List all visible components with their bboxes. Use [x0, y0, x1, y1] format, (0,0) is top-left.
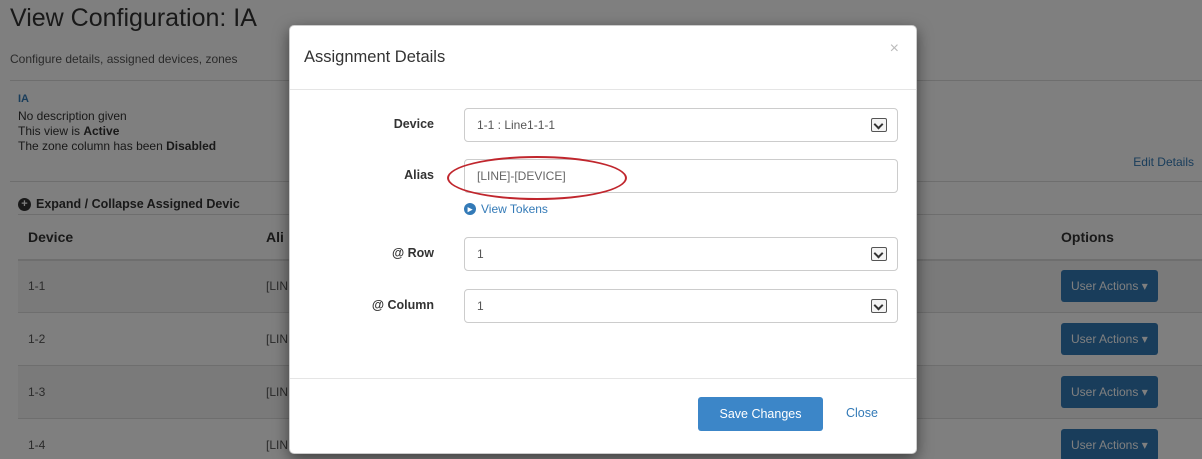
- row-select-value: 1: [477, 247, 484, 261]
- view-tokens-link[interactable]: ▸ View Tokens: [464, 202, 548, 216]
- device-label: Device: [393, 117, 434, 131]
- device-select-value: 1-1 : Line1-1-1: [477, 118, 556, 132]
- chevron-down-icon: [871, 247, 887, 261]
- alias-input[interactable]: [LINE]-[DEVICE]: [464, 159, 898, 193]
- chevron-down-icon: [871, 299, 887, 313]
- view-tokens-label: View Tokens: [481, 202, 548, 216]
- device-select[interactable]: 1-1 : Line1-1-1: [464, 108, 898, 142]
- modal-footer: Save Changes Close: [290, 378, 916, 455]
- column-select-value: 1: [477, 299, 484, 313]
- save-changes-button[interactable]: Save Changes: [698, 397, 823, 431]
- chevron-down-icon: [871, 118, 887, 132]
- modal-title: Assignment Details: [304, 48, 446, 66]
- row-select[interactable]: 1: [464, 237, 898, 271]
- close-button[interactable]: Close: [846, 406, 878, 420]
- column-select[interactable]: 1: [464, 289, 898, 323]
- close-icon[interactable]: ×: [890, 40, 899, 58]
- assignment-details-modal: Assignment Details × Device 1-1 : Line1-…: [289, 25, 917, 454]
- info-circle-icon: ▸: [464, 203, 476, 215]
- column-label: @ Column: [371, 298, 434, 312]
- row-label: @ Row: [391, 246, 434, 260]
- alias-label: Alias: [404, 168, 434, 182]
- modal-header: Assignment Details ×: [290, 26, 916, 90]
